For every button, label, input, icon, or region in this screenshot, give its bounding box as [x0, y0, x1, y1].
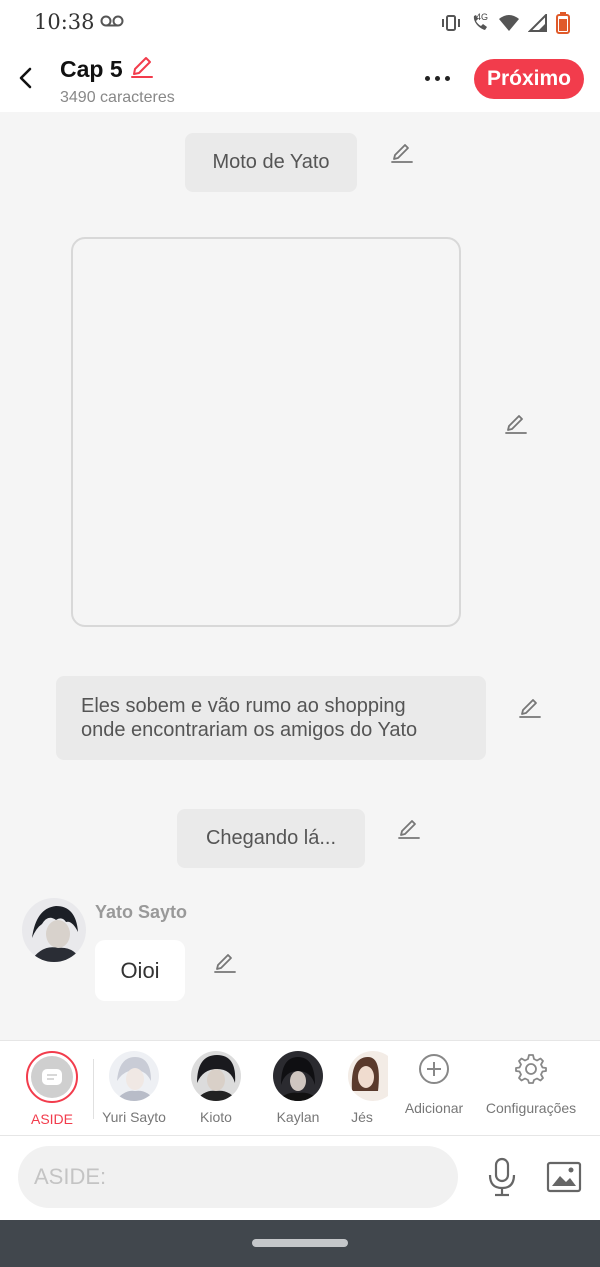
- more-options-button[interactable]: [418, 64, 456, 92]
- settings-label: Configurações: [485, 1100, 577, 1116]
- more-dot: [444, 75, 450, 81]
- chapter-title-block: Cap 5 3490 caracteres: [60, 54, 175, 107]
- narration-bubble[interactable]: Eles sobem e vão rumo ao shopping onde e…: [56, 676, 486, 760]
- edit-icon[interactable]: [389, 140, 415, 166]
- add-circle-icon: [418, 1053, 450, 1090]
- character-avatar: [191, 1051, 241, 1101]
- voicemail-icon: [100, 14, 124, 33]
- image-icon: [546, 1161, 582, 1193]
- narration-line: onde encontrariam os amigos do Yato: [81, 719, 418, 741]
- narration-line: Eles sobem e vão rumo ao shopping: [81, 695, 406, 717]
- settings-button[interactable]: Configurações: [484, 1053, 578, 1116]
- add-character-button[interactable]: Adicionar: [398, 1053, 470, 1116]
- character-yuri-sayto[interactable]: Yuri Sayto: [94, 1051, 174, 1125]
- chat-area: Moto de Yato Eles sobem e vão rumo ao sh…: [0, 112, 600, 1040]
- image-upload-button[interactable]: [544, 1158, 584, 1196]
- battery-icon: [556, 12, 570, 39]
- character-aside[interactable]: ASIDE: [12, 1051, 92, 1127]
- app-header: Cap 5 3490 caracteres Próximo: [0, 46, 600, 112]
- add-label: Adicionar: [404, 1100, 464, 1116]
- system-nav-bar: [0, 1220, 600, 1267]
- microphone-button[interactable]: [484, 1154, 520, 1200]
- edit-icon[interactable]: [503, 411, 529, 437]
- gear-icon: [515, 1053, 547, 1090]
- status-time: 10:38: [34, 10, 95, 34]
- vibrate-icon: [440, 14, 462, 37]
- character-avatar: [109, 1051, 159, 1101]
- character-avatar[interactable]: [22, 898, 86, 962]
- narration-bubble[interactable]: Chegando lá...: [177, 809, 365, 868]
- character-label: Jés: [351, 1109, 373, 1125]
- character-kaylan[interactable]: Kaylan: [258, 1051, 338, 1125]
- character-label: Yuri Sayto: [102, 1109, 166, 1125]
- character-avatar: [273, 1051, 323, 1101]
- edit-icon[interactable]: [396, 816, 422, 842]
- character-kioto[interactable]: Kioto: [176, 1051, 256, 1125]
- character-avatar: [348, 1051, 388, 1101]
- edit-icon[interactable]: [517, 695, 543, 721]
- input-row: [0, 1136, 600, 1220]
- edit-icon[interactable]: [212, 950, 238, 976]
- character-label: ASIDE: [30, 1111, 73, 1127]
- signal-icon: [527, 12, 548, 37]
- wifi-icon: [498, 14, 520, 37]
- back-button[interactable]: [10, 60, 40, 96]
- edit-title-icon[interactable]: [129, 54, 155, 85]
- character-count: 3490 caracteres: [60, 89, 175, 106]
- home-gesture-bar[interactable]: [252, 1239, 348, 1247]
- back-arrow-icon: [19, 67, 32, 89]
- status-bar: 10:38 4G: [0, 0, 600, 46]
- wifi-calling-icon: [470, 13, 490, 38]
- character-bar: ASIDE Yuri Sayto Kioto Kaylan Jés Adicio…: [0, 1040, 600, 1136]
- aside-icon: [31, 1056, 73, 1098]
- microphone-icon: [488, 1157, 516, 1197]
- message-input[interactable]: [18, 1146, 458, 1208]
- character-jes[interactable]: Jés: [328, 1051, 388, 1125]
- more-dot: [424, 75, 430, 81]
- more-dot: [434, 75, 440, 81]
- next-button[interactable]: Próximo: [474, 59, 584, 99]
- character-message-bubble[interactable]: Oioi: [95, 940, 185, 1001]
- narration-bubble[interactable]: Moto de Yato: [185, 133, 357, 192]
- chapter-title: Cap 5: [60, 56, 123, 82]
- character-label: Kaylan: [276, 1109, 320, 1125]
- image-placeholder[interactable]: [71, 237, 461, 627]
- character-name: Yato Sayto: [95, 902, 188, 922]
- character-label: Kioto: [200, 1109, 232, 1125]
